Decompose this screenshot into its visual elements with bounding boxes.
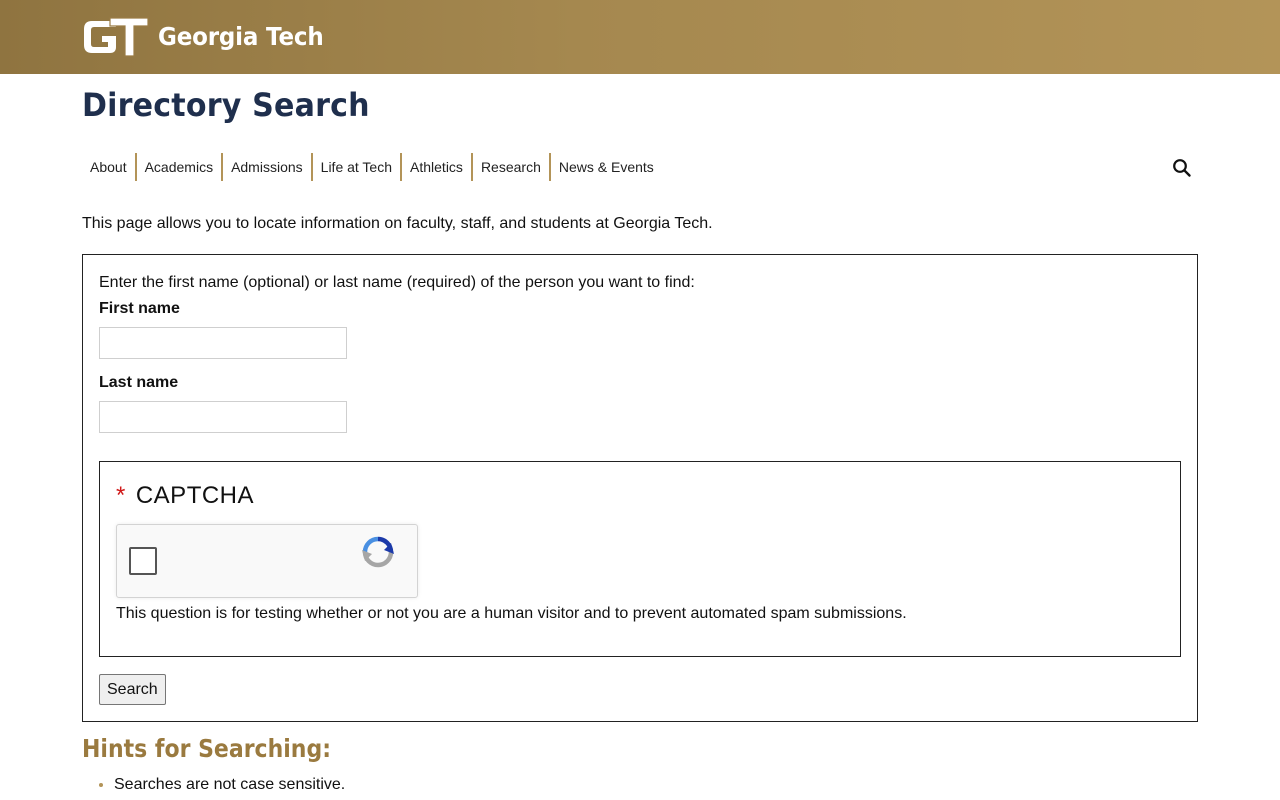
nav-item-admissions[interactable]: Admissions bbox=[223, 153, 313, 181]
nav-item-news-events[interactable]: News & Events bbox=[551, 153, 662, 181]
recaptcha-icon bbox=[362, 536, 394, 568]
captcha-title-text: CAPTCHA bbox=[135, 482, 255, 509]
directory-search-form: Enter the first name (optional) or last … bbox=[82, 254, 1198, 722]
georgia-tech-logo[interactable]: Georgia Tech bbox=[82, 14, 338, 60]
nav-item-research[interactable]: Research bbox=[473, 153, 551, 181]
captcha-fieldset: * CAPTCHA This question is for testing wh… bbox=[99, 461, 1181, 657]
page-title: Directory Search bbox=[82, 86, 370, 124]
nav-item-life-at-tech[interactable]: Life at Tech bbox=[313, 153, 403, 181]
search-icon bbox=[1173, 159, 1191, 177]
captcha-description: This question is for testing whether or … bbox=[116, 605, 907, 622]
recaptcha-widget bbox=[116, 524, 418, 598]
nav-item-about[interactable]: About bbox=[82, 153, 137, 181]
required-marker: * bbox=[116, 482, 126, 509]
nav-item-academics[interactable]: Academics bbox=[137, 153, 224, 181]
last-name-input[interactable] bbox=[99, 401, 347, 433]
gt-logo-mark-icon bbox=[84, 17, 149, 57]
hints-list: Searches are not case sensitive. bbox=[96, 776, 345, 794]
intro-text: This page allows you to locate informati… bbox=[82, 215, 713, 232]
search-button[interactable]: Search bbox=[99, 674, 166, 705]
form-instructions: Enter the first name (optional) or last … bbox=[99, 274, 695, 291]
first-name-input[interactable] bbox=[99, 327, 347, 359]
site-header: Georgia Tech bbox=[0, 0, 1280, 74]
main-navigation: About Academics Admissions Life at Tech … bbox=[82, 153, 662, 181]
search-toggle-button[interactable] bbox=[1172, 158, 1192, 178]
first-name-label: First name bbox=[99, 300, 180, 317]
logo-wordmark: Georgia Tech bbox=[158, 21, 324, 51]
captcha-title: * CAPTCHA bbox=[116, 482, 254, 510]
hints-title: Hints for Searching: bbox=[82, 734, 331, 763]
hint-item: Searches are not case sensitive. bbox=[114, 776, 345, 794]
last-name-label: Last name bbox=[99, 374, 179, 391]
nav-item-athletics[interactable]: Athletics bbox=[402, 153, 473, 181]
recaptcha-checkbox[interactable] bbox=[129, 547, 157, 575]
